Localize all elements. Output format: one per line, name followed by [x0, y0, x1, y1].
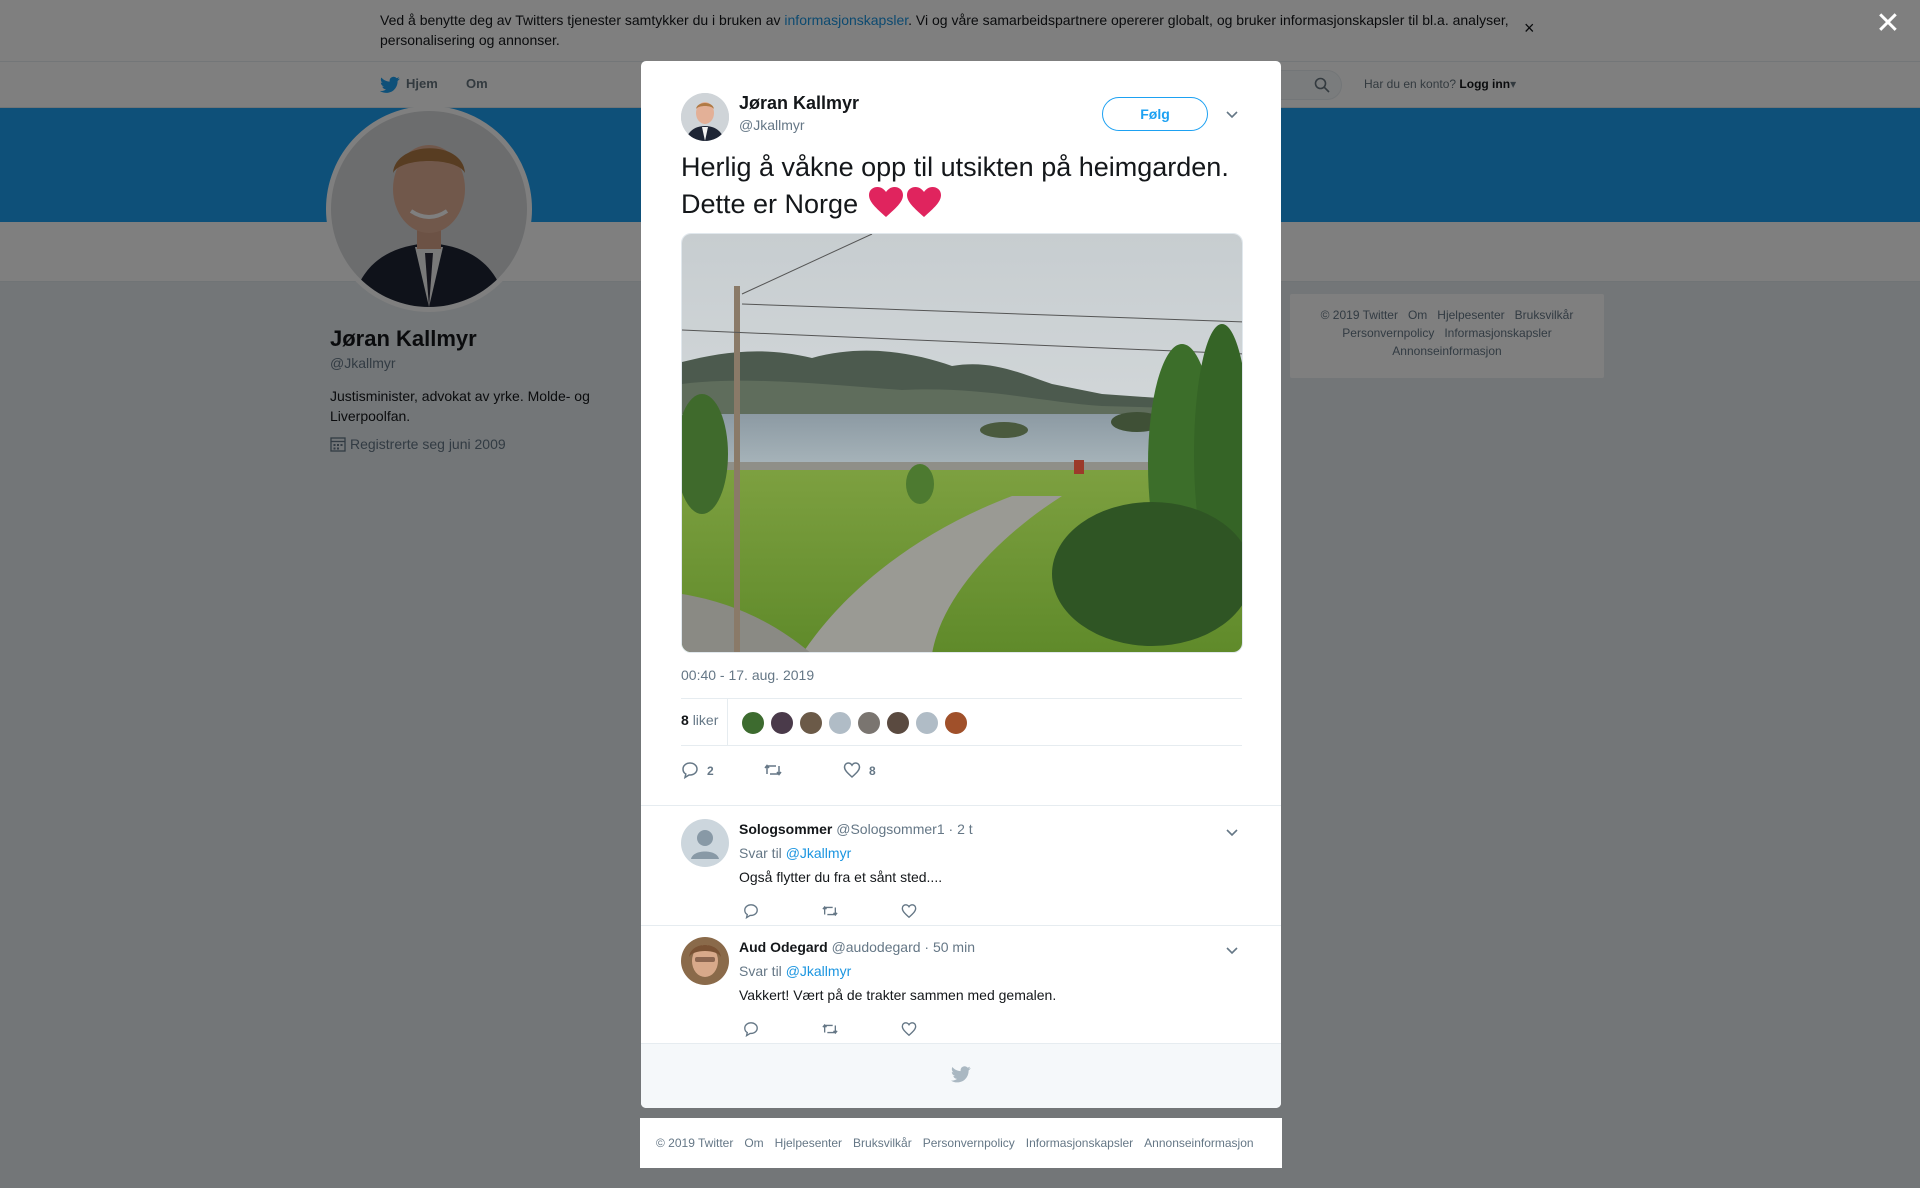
footer-link[interactable]: Bruksvilkår — [853, 1136, 912, 1150]
liker-avatar[interactable] — [828, 711, 852, 735]
retweet-button[interactable] — [763, 761, 791, 779]
liker-avatar[interactable] — [770, 711, 794, 735]
author-photo — [681, 93, 729, 141]
reply-icon[interactable] — [743, 1021, 759, 1037]
reply-to-line: Svar til @Jkallmyr — [739, 963, 852, 979]
modal-footer — [641, 1043, 1281, 1108]
reply-to-line: Svar til @Jkallmyr — [739, 845, 852, 861]
footer-link[interactable]: Hjelpesenter — [775, 1136, 842, 1150]
tweet-author-handle[interactable]: @Jkallmyr — [739, 117, 805, 133]
user-photo — [681, 937, 729, 985]
landscape-photo — [682, 234, 1242, 652]
liker-avatar[interactable] — [944, 711, 968, 735]
tweet-author-name[interactable]: Jøran Kallmyr — [739, 93, 859, 114]
reply-author-name[interactable]: Aud Odegard — [739, 939, 828, 955]
tweet-photo[interactable] — [681, 233, 1243, 653]
reply-author-handle[interactable]: @audodegard — [832, 939, 921, 955]
follow-button[interactable]: Følg — [1102, 97, 1208, 131]
reply-author-avatar[interactable] — [681, 819, 729, 867]
tweet-modal: Jøran Kallmyr @Jkallmyr Følg Herlig å vå… — [641, 61, 1281, 1108]
reply-header: Aud Odegard @audodegard · 50 min — [739, 939, 975, 955]
liker-avatar[interactable] — [886, 711, 910, 735]
footer-link: © 2019 Twitter — [656, 1136, 734, 1150]
reply-icon[interactable] — [743, 903, 759, 919]
reply-text: Også flytter du fra et sånt sted.... — [739, 869, 943, 885]
divider — [641, 805, 1281, 806]
likes-count[interactable]: 8 liker — [681, 712, 718, 728]
retweet-icon[interactable] — [821, 903, 839, 919]
liker-avatar[interactable] — [857, 711, 881, 735]
heart-icon[interactable] — [901, 903, 917, 919]
reply-tweet[interactable]: Aud Odegard @audodegard · 50 min Svar ti… — [641, 937, 1281, 1055]
heart-emoji-icon — [906, 187, 941, 217]
reply-button[interactable]: 2 — [681, 761, 714, 780]
stats-divider — [727, 699, 728, 745]
modal-bottom-footer: © 2019 Twitter Om Hjelpesenter Bruksvilkår P… — [640, 1118, 1282, 1168]
heart-icon[interactable] — [901, 1021, 917, 1037]
tweet-text: Herlig å våkne opp til utsikten på heimg… — [681, 152, 1229, 219]
retweet-icon — [764, 764, 782, 776]
reply-tweet[interactable]: Sologsommer @Sologsommer1 · 2 t Svar til… — [641, 819, 1281, 937]
tweet-actions: 2 8 — [681, 755, 1242, 795]
footer-link[interactable]: Informasjonskapsler — [1026, 1136, 1133, 1150]
liker-avatar[interactable] — [799, 711, 823, 735]
twitter-bird-icon — [951, 1066, 971, 1083]
reply-to-handle-link[interactable]: @Jkallmyr — [786, 963, 852, 979]
reply-to-handle-link[interactable]: @Jkallmyr — [786, 845, 852, 861]
reply-time[interactable]: · 50 min — [924, 939, 975, 955]
footer-link[interactable]: Personvernpolicy — [923, 1136, 1015, 1150]
tweet-timestamp[interactable]: 00:40 - 17. aug. 2019 — [681, 667, 814, 683]
tweet-stats: 8 liker — [681, 698, 1242, 746]
liker-avatar[interactable] — [741, 711, 765, 735]
heart-emoji-icon — [868, 187, 903, 217]
tweet-author-avatar[interactable] — [681, 93, 729, 141]
heart-icon — [843, 762, 861, 779]
default-avatar — [681, 819, 729, 867]
reply-author-avatar[interactable] — [681, 937, 729, 985]
reply-author-name[interactable]: Sologsommer — [739, 821, 832, 837]
footer-link[interactable]: Annonseinformasjon — [1144, 1136, 1253, 1150]
footer-link[interactable]: Om — [744, 1136, 763, 1150]
liker-avatar[interactable] — [915, 711, 939, 735]
chevron-down-icon[interactable] — [1225, 825, 1239, 839]
reply-author-handle[interactable]: @Sologsommer1 — [836, 821, 944, 837]
reply-header: Sologsommer @Sologsommer1 · 2 t — [739, 821, 973, 837]
reply-text: Vakkert! Vært på de trakter sammen med g… — [739, 987, 1057, 1003]
reply-time[interactable]: · 2 t — [949, 821, 973, 837]
chevron-down-icon[interactable] — [1225, 107, 1239, 121]
reply-icon — [682, 762, 698, 780]
divider — [641, 925, 1281, 926]
like-button[interactable]: 8 — [843, 761, 876, 779]
close-icon[interactable]: ✕ — [1874, 9, 1902, 39]
retweet-icon[interactable] — [821, 1021, 839, 1037]
chevron-down-icon[interactable] — [1225, 943, 1239, 957]
